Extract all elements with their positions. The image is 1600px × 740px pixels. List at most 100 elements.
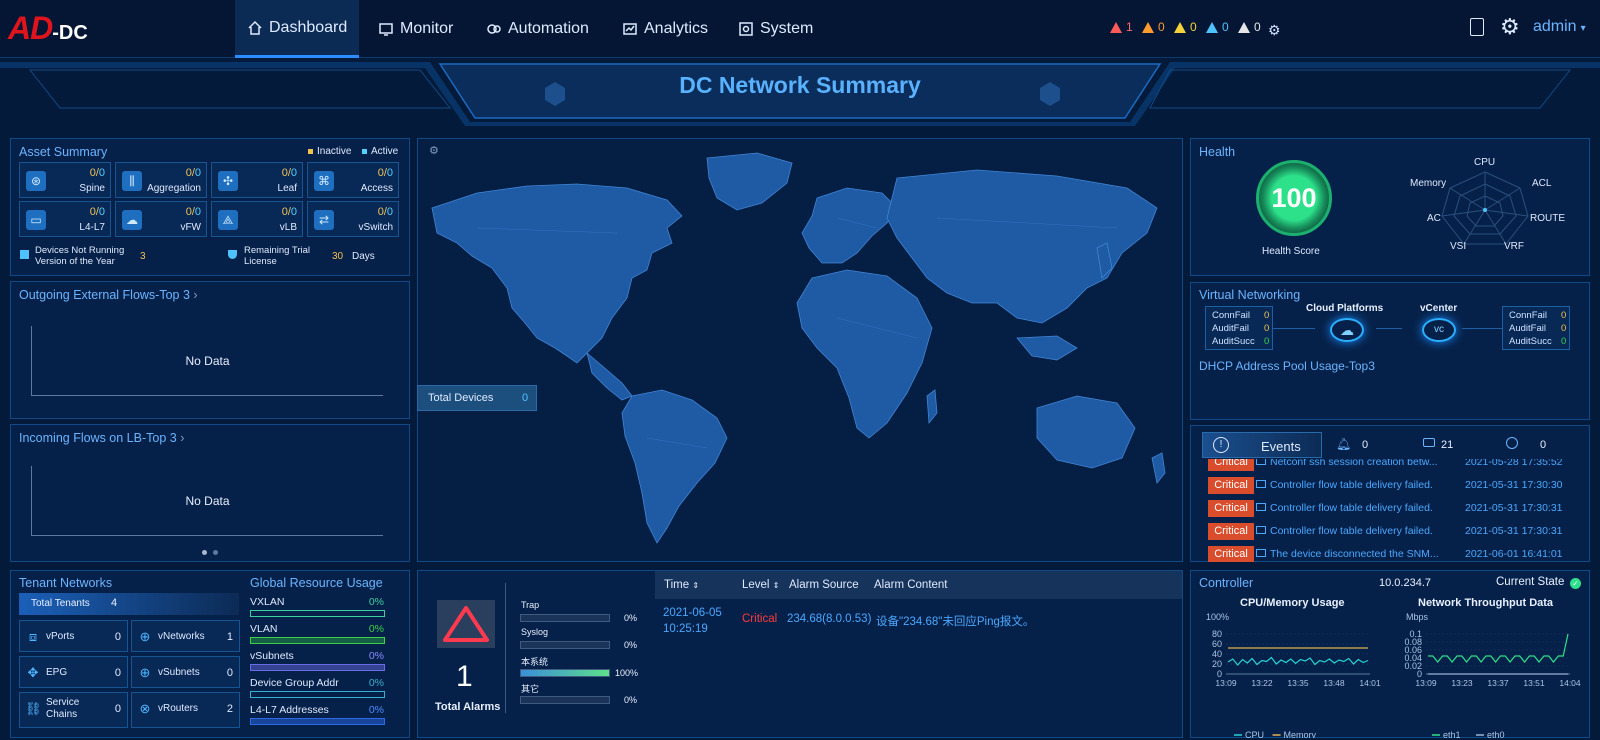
chevron-right-icon: ›: [193, 288, 198, 302]
vcenter-stats-box: ConnFail 0 AuditFail 0 AuditSucc 0: [1502, 306, 1570, 350]
col-time-header[interactable]: Time ⇕: [664, 579, 699, 591]
message-icon[interactable]: [1423, 438, 1435, 447]
alarm-source-label: Syslog: [521, 627, 549, 637]
legend-label: CPU: [1245, 730, 1264, 738]
asset-count: 0/0: [89, 167, 105, 179]
alarm-row-time[interactable]: 2021-06-05 10:25:19: [663, 605, 722, 637]
asset-vfw[interactable]: ☁ 0/0 vFW: [115, 201, 207, 237]
shield-icon: [228, 250, 237, 259]
alert-circle-icon: !: [1213, 437, 1229, 453]
health-radar-chart[interactable]: [1440, 170, 1530, 250]
user-menu[interactable]: admin ▾: [1533, 18, 1586, 36]
asset-active: 0: [194, 206, 201, 218]
asset-count: 0/0: [89, 206, 105, 218]
tab-analytics[interactable]: Analytics: [610, 0, 720, 58]
asset-inactive: 0: [185, 167, 192, 179]
legend-label: Inactive: [317, 146, 352, 157]
resource-bar: [250, 664, 385, 671]
pager-dot[interactable]: [202, 550, 207, 555]
asset-aggregation[interactable]: ⫼ 0/0 Aggregation: [115, 162, 207, 198]
col-header-label: Level: [742, 579, 770, 591]
alarm-row-content[interactable]: 设备"234.68"未回应Ping报文。: [876, 613, 1034, 629]
col-level-header[interactable]: Level ⇕: [742, 579, 779, 591]
stat-label: AuditFail: [1212, 323, 1249, 334]
resource-row: Device Group Addr 0%: [250, 677, 390, 698]
epg-icon: ✥: [27, 665, 39, 680]
tenant-vports[interactable]: ⧈ vPorts 0: [19, 620, 128, 652]
event-message[interactable]: Controller flow table delivery failed.: [1270, 502, 1433, 514]
asset-vswitch[interactable]: ⇄ 0/0 vSwitch: [307, 201, 399, 237]
health-score-gauge[interactable]: 100: [1256, 160, 1332, 236]
resource-bar: [250, 637, 385, 644]
alarm-triangle-icon-svg: [443, 606, 489, 642]
tab-automation[interactable]: Automation: [474, 0, 601, 58]
tab-label: Dashboard: [269, 18, 348, 36]
logo[interactable]: AD-DC: [8, 10, 88, 47]
asset-count: 0/0: [377, 206, 393, 218]
event-message[interactable]: Controller flow table delivery failed.: [1270, 525, 1433, 537]
vports-icon: ⧈: [28, 629, 38, 644]
event-message[interactable]: The device disconnected the SNM...: [1270, 548, 1439, 560]
resource-percent: 0%: [368, 596, 384, 608]
tab-monitor[interactable]: Monitor: [366, 0, 465, 58]
alarm-major[interactable]: 0: [1142, 20, 1165, 34]
total-devices-box[interactable]: Total Devices 0: [417, 385, 537, 411]
asset-active: 0: [290, 206, 297, 218]
tab-label: System: [760, 20, 814, 37]
incoming-flows-title[interactable]: Incoming Flows on LB-Top 3 ›: [19, 431, 184, 445]
compass-icon[interactable]: [1506, 437, 1518, 449]
world-map[interactable]: [417, 138, 1183, 562]
map-asia: [886, 169, 1158, 324]
asset-spine[interactable]: ⊛ 0/0 Spine: [19, 162, 111, 198]
cloud-platforms-icon[interactable]: ☁: [1330, 318, 1364, 342]
document-icon[interactable]: [1470, 18, 1484, 36]
alarm-settings-icon[interactable]: ⚙: [1268, 22, 1281, 39]
tenant-service-chains[interactable]: ⛓ Service Chains 0: [19, 692, 128, 728]
asset-access[interactable]: ⌘ 0/0 Access: [307, 162, 399, 198]
events-tab[interactable]: ! Events: [1202, 432, 1322, 458]
gear-icon[interactable]: ⚙: [1500, 14, 1520, 40]
outgoing-flows-title[interactable]: Outgoing External Flows-Top 3 ›: [19, 288, 198, 302]
alarm-row-source[interactable]: 234.68(8.0.0.53): [787, 613, 871, 625]
alarm-warning[interactable]: 0: [1206, 20, 1229, 34]
map-madagascar: [926, 389, 938, 425]
tenant-vrouters[interactable]: ⊗ vRouters 2: [131, 692, 240, 728]
network-throughput-chart[interactable]: Mbps0.10.080.060.040.02013:09 13:23 13:37 1…: [1390, 608, 1590, 738]
axis-line: [505, 583, 506, 713]
asset-vlb[interactable]: ⟁ 0/0 vLB: [211, 201, 303, 237]
tab-system[interactable]: System: [726, 0, 825, 58]
asset-l4l7[interactable]: ▭ 0/0 L4-L7: [19, 201, 111, 237]
tenant-epg[interactable]: ✥ EPG 0: [19, 656, 128, 688]
asset-name: Spine: [79, 183, 105, 194]
logo-dc: -DC: [52, 22, 88, 44]
y-tick-label: 80: [1212, 629, 1222, 639]
resource-label: L4-L7 Addresses: [250, 704, 329, 716]
cpu-memory-chart[interactable]: 100%80604020013:09 13:22 13:35 13:48 14:01CP…: [1190, 608, 1390, 738]
stat-label: AuditSucc: [1212, 336, 1255, 347]
stat-value: 0: [1561, 323, 1567, 334]
cloud-stats-box: ConnFail 0 AuditFail 0 AuditSucc 0: [1205, 306, 1273, 350]
event-message[interactable]: Netconf ssh session creation betw...: [1270, 459, 1438, 468]
events-list[interactable]: Critical Netconf ssh session creation be…: [1190, 459, 1590, 562]
alarm-minor[interactable]: 0: [1174, 20, 1197, 34]
tab-label: Automation: [508, 20, 589, 37]
tenant-vnetworks[interactable]: ⊕ vNetworks 1: [131, 620, 240, 652]
alarm-info[interactable]: 0: [1238, 20, 1261, 34]
tab-dashboard[interactable]: Dashboard: [235, 0, 360, 58]
events-title: Events: [1261, 439, 1301, 454]
x-tick-label: 13:51: [1523, 678, 1545, 688]
resource-label: Device Group Addr: [250, 677, 339, 689]
pager-dot[interactable]: [213, 550, 218, 555]
total-tenants-bar[interactable]: Total Tenants 4: [19, 593, 239, 615]
alarm-critical[interactable]: 1: [1110, 20, 1133, 34]
health-title: Health: [1199, 145, 1236, 159]
vcenter-icon[interactable]: vc: [1422, 318, 1456, 342]
tenant-item-label: vNetworks: [158, 631, 205, 642]
tab-label: Analytics: [644, 20, 709, 37]
major-alarm-icon: [1142, 21, 1154, 33]
bell-icon[interactable]: 🔔︎: [1336, 437, 1351, 451]
tenant-vsubnets[interactable]: ⊕ vSubnets 0: [131, 656, 240, 688]
asset-leaf[interactable]: ✣ 0/0 Leaf: [211, 162, 303, 198]
x-tick-label: 13:09: [1415, 678, 1437, 688]
event-message[interactable]: Controller flow table delivery failed.: [1270, 479, 1433, 491]
